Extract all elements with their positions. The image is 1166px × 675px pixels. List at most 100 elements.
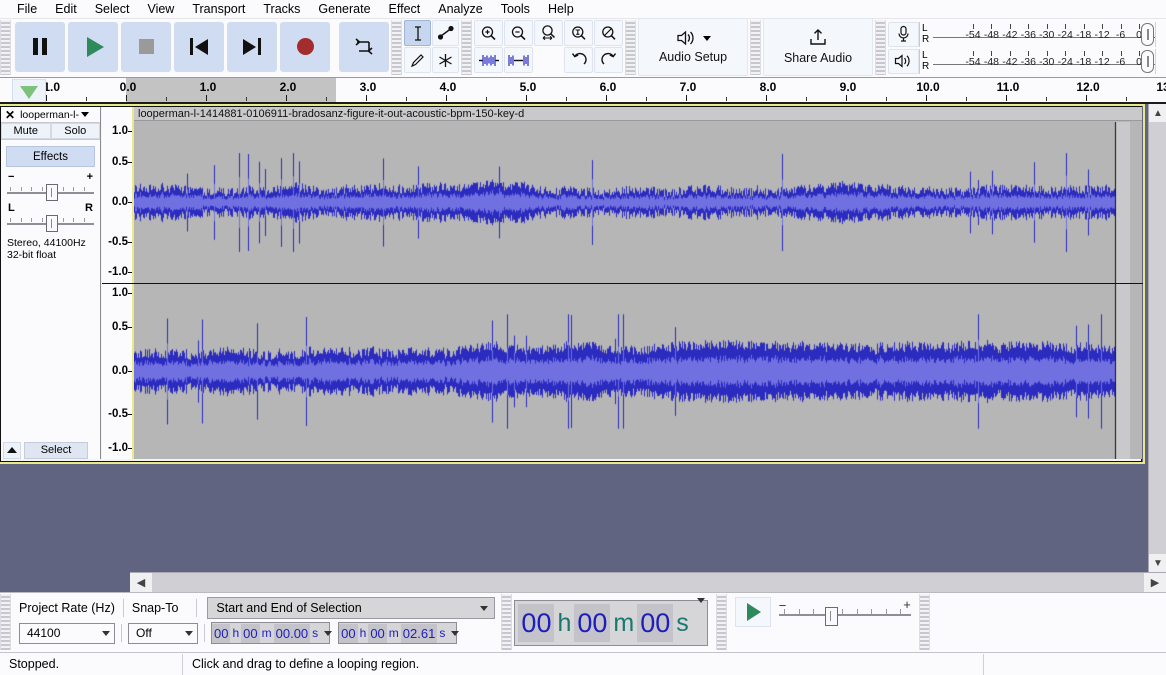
pan-slider[interactable]: [7, 214, 94, 232]
mute-button[interactable]: Mute: [1, 123, 51, 139]
microphone-icon: [898, 25, 909, 42]
trim-audio-button[interactable]: [474, 47, 503, 73]
horizontal-scrollbar[interactable]: ◀ ▶: [130, 572, 1166, 592]
selection-end-time[interactable]: 00 h 00 m 02.61 s: [338, 622, 459, 644]
share-audio-toolbar-grabber[interactable]: [750, 20, 761, 75]
play-speed-thumb[interactable]: [824, 607, 838, 626]
chevron-down-icon: [102, 630, 110, 636]
zoom-out-icon: [511, 25, 526, 40]
pencil-icon: [410, 53, 424, 67]
menu-item-tools[interactable]: Tools: [492, 0, 539, 18]
chevron-down-icon[interactable]: [696, 598, 705, 617]
scroll-right-button[interactable]: ▶: [1144, 573, 1166, 592]
share-audio-button[interactable]: Share Audio: [763, 17, 873, 76]
stop-button[interactable]: [121, 21, 171, 72]
playback-meter-button[interactable]: [888, 48, 919, 74]
menu-item-tracks[interactable]: Tracks: [254, 0, 309, 18]
effects-button[interactable]: Effects: [6, 146, 95, 167]
play-button[interactable]: [68, 21, 118, 72]
loop-button[interactable]: [339, 21, 389, 72]
recording-meter-left-label: L: [922, 23, 928, 34]
pause-icon: [33, 38, 47, 55]
silence-audio-button[interactable]: [504, 47, 533, 73]
start-hours-unit: h: [232, 625, 240, 640]
menu-item-help[interactable]: Help: [539, 0, 583, 18]
collapse-track-button[interactable]: [3, 441, 21, 459]
meter-toolbar-grabber[interactable]: [875, 20, 886, 75]
effects-wrap: Effects: [1, 140, 100, 169]
transport-toolbar-grabber[interactable]: [0, 20, 11, 75]
zoom-in-button[interactable]: [474, 20, 503, 46]
scroll-up-button[interactable]: ▲: [1149, 104, 1166, 122]
speed-min-label: −: [778, 598, 787, 613]
undo-button[interactable]: [564, 47, 593, 73]
zoom-toggle-button[interactable]: [594, 20, 623, 46]
menu-item-view[interactable]: View: [138, 0, 183, 18]
gain-slider-thumb[interactable]: [45, 184, 58, 201]
tools-toolbar-grabber[interactable]: [391, 20, 402, 75]
multi-tool[interactable]: [432, 47, 459, 73]
timeline-ruler[interactable]: - 1.0 0.0 1.0 2.0 3.0 4.0 5.0 6.0 7.0 8.0 9.0 10.0 1…: [46, 78, 1166, 104]
chevron-down-icon: [480, 605, 489, 611]
selection-mode-dropdown[interactable]: Start and End of Selection: [207, 597, 496, 619]
fit-project-button[interactable]: [564, 20, 593, 46]
meter-clip-indicator[interactable]: [1141, 22, 1154, 46]
envelope-tool[interactable]: [432, 20, 459, 46]
audio-setup-label: Audio Setup: [658, 50, 728, 64]
redo-button[interactable]: [594, 47, 623, 73]
meter-clip-indicator[interactable]: [1141, 49, 1154, 73]
recording-meter-button[interactable]: [888, 21, 919, 47]
menu-item-file[interactable]: File: [8, 0, 46, 18]
horizontal-scroll-thumb[interactable]: [152, 574, 1152, 592]
track-name-dropdown[interactable]: looperman-l-: [20, 109, 100, 121]
record-button[interactable]: [280, 21, 330, 72]
scroll-left-button[interactable]: ◀: [130, 573, 152, 592]
bottom-toolbar-dock: Project Rate (Hz) Snap-To Start and End …: [0, 592, 1166, 652]
pan-slider-thumb[interactable]: [45, 215, 58, 232]
waveform-channel-2[interactable]: [132, 284, 1142, 459]
scroll-down-button[interactable]: ▼: [1149, 554, 1166, 572]
extra-toolbar-grabber[interactable]: [918, 594, 930, 650]
skip-to-start-button[interactable]: [174, 21, 224, 72]
menu-item-generate[interactable]: Generate: [309, 0, 379, 18]
zoom-out-button[interactable]: [504, 20, 533, 46]
snap-to-dropdown[interactable]: Off: [128, 622, 198, 644]
recording-meter[interactable]: L R -54 -48 -42 -36 -30 -24 -18 -12 -6 0: [888, 21, 1166, 47]
skip-to-end-button[interactable]: [227, 21, 277, 72]
play-speed-slider[interactable]: − +: [778, 597, 911, 626]
solo-button[interactable]: Solo: [50, 123, 100, 139]
fit-selection-button[interactable]: [534, 20, 563, 46]
audio-setup-toolbar-grabber[interactable]: [625, 20, 636, 75]
audio-position-display[interactable]: 00 h 00 m 00 s: [514, 598, 708, 646]
waveform-channel-1[interactable]: looperman-l-1414881-0106911-bradosanz-fi…: [132, 107, 1142, 283]
gain-slider[interactable]: [7, 183, 94, 201]
menu-item-select[interactable]: Select: [86, 0, 139, 18]
loop-region[interactable]: [126, 78, 336, 102]
project-rate-dropdown[interactable]: 44100: [19, 622, 115, 644]
selection-tool[interactable]: [404, 20, 431, 46]
menu-item-effect[interactable]: Effect: [380, 0, 430, 18]
play-at-speed-button[interactable]: [734, 597, 771, 627]
audio-track[interactable]: ✕ looperman-l- Mute Solo Effects − + L R…: [0, 106, 1143, 462]
audio-setup-button[interactable]: Audio Setup: [638, 17, 748, 76]
menu-item-analyze[interactable]: Analyze: [429, 0, 491, 18]
edit-toolbar-grabber[interactable]: [461, 20, 472, 75]
chevron-down-icon[interactable]: [323, 630, 332, 636]
vertical-scrollbar[interactable]: ▲ ▼: [1148, 104, 1166, 572]
pause-button[interactable]: [15, 21, 65, 72]
tools-toolbar: [402, 19, 461, 74]
ruler-tick: [126, 95, 127, 101]
close-track-icon[interactable]: ✕: [3, 109, 17, 121]
chevron-down-icon[interactable]: [450, 630, 459, 636]
edit-toolbar: [472, 19, 625, 74]
draw-tool[interactable]: [404, 47, 431, 73]
time-toolbar-grabber[interactable]: [501, 594, 513, 650]
playback-meter[interactable]: L R -54 -48 -42 -36 -30 -24 -18 -12 -6 0: [888, 48, 1166, 74]
selection-toolbar-grabber[interactable]: [0, 594, 11, 650]
selection-start-time[interactable]: 00 h 00 m 00.00 s: [211, 622, 332, 644]
play-speed-toolbar-grabber[interactable]: [715, 594, 727, 650]
skip-end-icon: [243, 38, 261, 55]
menu-item-edit[interactable]: Edit: [46, 0, 86, 18]
menu-item-transport[interactable]: Transport: [183, 0, 254, 18]
select-track-button[interactable]: Select: [24, 441, 88, 459]
